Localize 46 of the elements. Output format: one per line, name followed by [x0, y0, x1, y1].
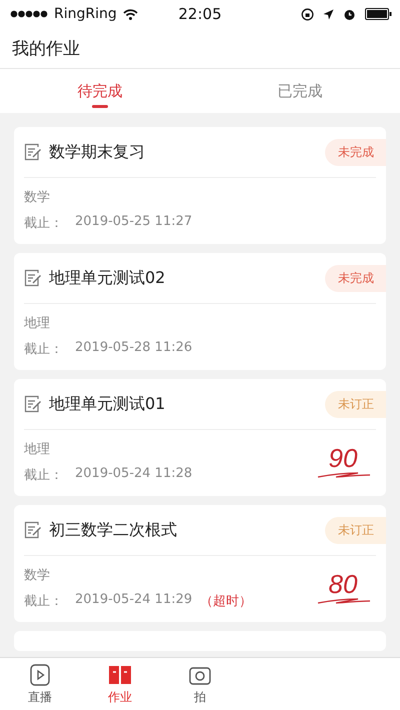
deadline-date: 2019-05-25 11:27	[75, 214, 192, 231]
assignment-title: 地理单元测试02	[49, 268, 166, 288]
rotation-lock-icon	[301, 8, 314, 20]
signal-icon	[10, 10, 48, 18]
document-edit-icon	[24, 143, 42, 161]
subject-label: 地理	[24, 315, 51, 332]
status-badge: 未完成	[325, 264, 386, 292]
subject-label: 数学	[24, 189, 51, 206]
subject-label: 数学	[24, 567, 51, 584]
assignment-card[interactable]: 数学期末复习 未完成 数学 截止： 2019-05-25 11:27	[14, 127, 386, 244]
deadline-label: 截止：	[24, 593, 63, 610]
clock-time: 22:05	[178, 5, 222, 23]
deadline-date: 2019-05-24 11:28	[75, 466, 192, 483]
assignment-title: 数学期末复习	[49, 142, 146, 162]
page-title: 我的作业	[12, 38, 80, 60]
score-mark: 90	[314, 444, 372, 480]
battery-icon	[365, 8, 392, 20]
carrier-name: RingRing	[54, 6, 117, 22]
assignment-card[interactable]: 地理单元测试02 未完成 地理 截止： 2019-05-28 11:26	[14, 253, 386, 370]
nav-tab[interactable]: 拍	[160, 658, 240, 710]
assignment-card[interactable]: 地理单元测试01 未订正 地理 截止： 2019-05-24 11:28 90	[14, 379, 386, 496]
deadline-label: 截止：	[24, 215, 63, 232]
play-screen-icon	[28, 662, 52, 686]
wifi-icon	[122, 8, 138, 20]
deadline-date: 2019-05-28 11:26	[75, 340, 192, 357]
location-arrow-icon	[323, 8, 334, 20]
tab[interactable]: 已完成	[200, 69, 400, 113]
document-edit-icon	[24, 395, 42, 413]
nav-tab[interactable]: 作业	[80, 658, 160, 710]
status-badge: 未订正	[325, 516, 386, 544]
tab[interactable]: 待完成	[0, 69, 200, 113]
document-edit-icon	[24, 521, 42, 539]
alarm-clock-icon	[343, 8, 356, 20]
document-edit-icon	[24, 269, 42, 287]
status-badge: 未完成	[325, 138, 386, 166]
assignment-card[interactable]: 初三数学二次根式 未订正 数学 截止： 2019-05-24 11:29 （超时） 80	[14, 505, 386, 622]
deadline-label: 截止：	[24, 341, 63, 358]
assignment-title: 地理单元测试01	[49, 394, 166, 414]
subject-label: 地理	[24, 441, 51, 458]
assignment-title: 初三数学二次根式	[49, 520, 178, 540]
overdue-note: （超时）	[200, 593, 252, 610]
status-badge: 未订正	[325, 390, 386, 418]
nav-tab[interactable]: 直播	[0, 658, 80, 710]
score-mark: 80	[314, 570, 372, 606]
deadline-date: 2019-05-24 11:29	[75, 592, 192, 609]
deadline-label: 截止：	[24, 467, 63, 484]
